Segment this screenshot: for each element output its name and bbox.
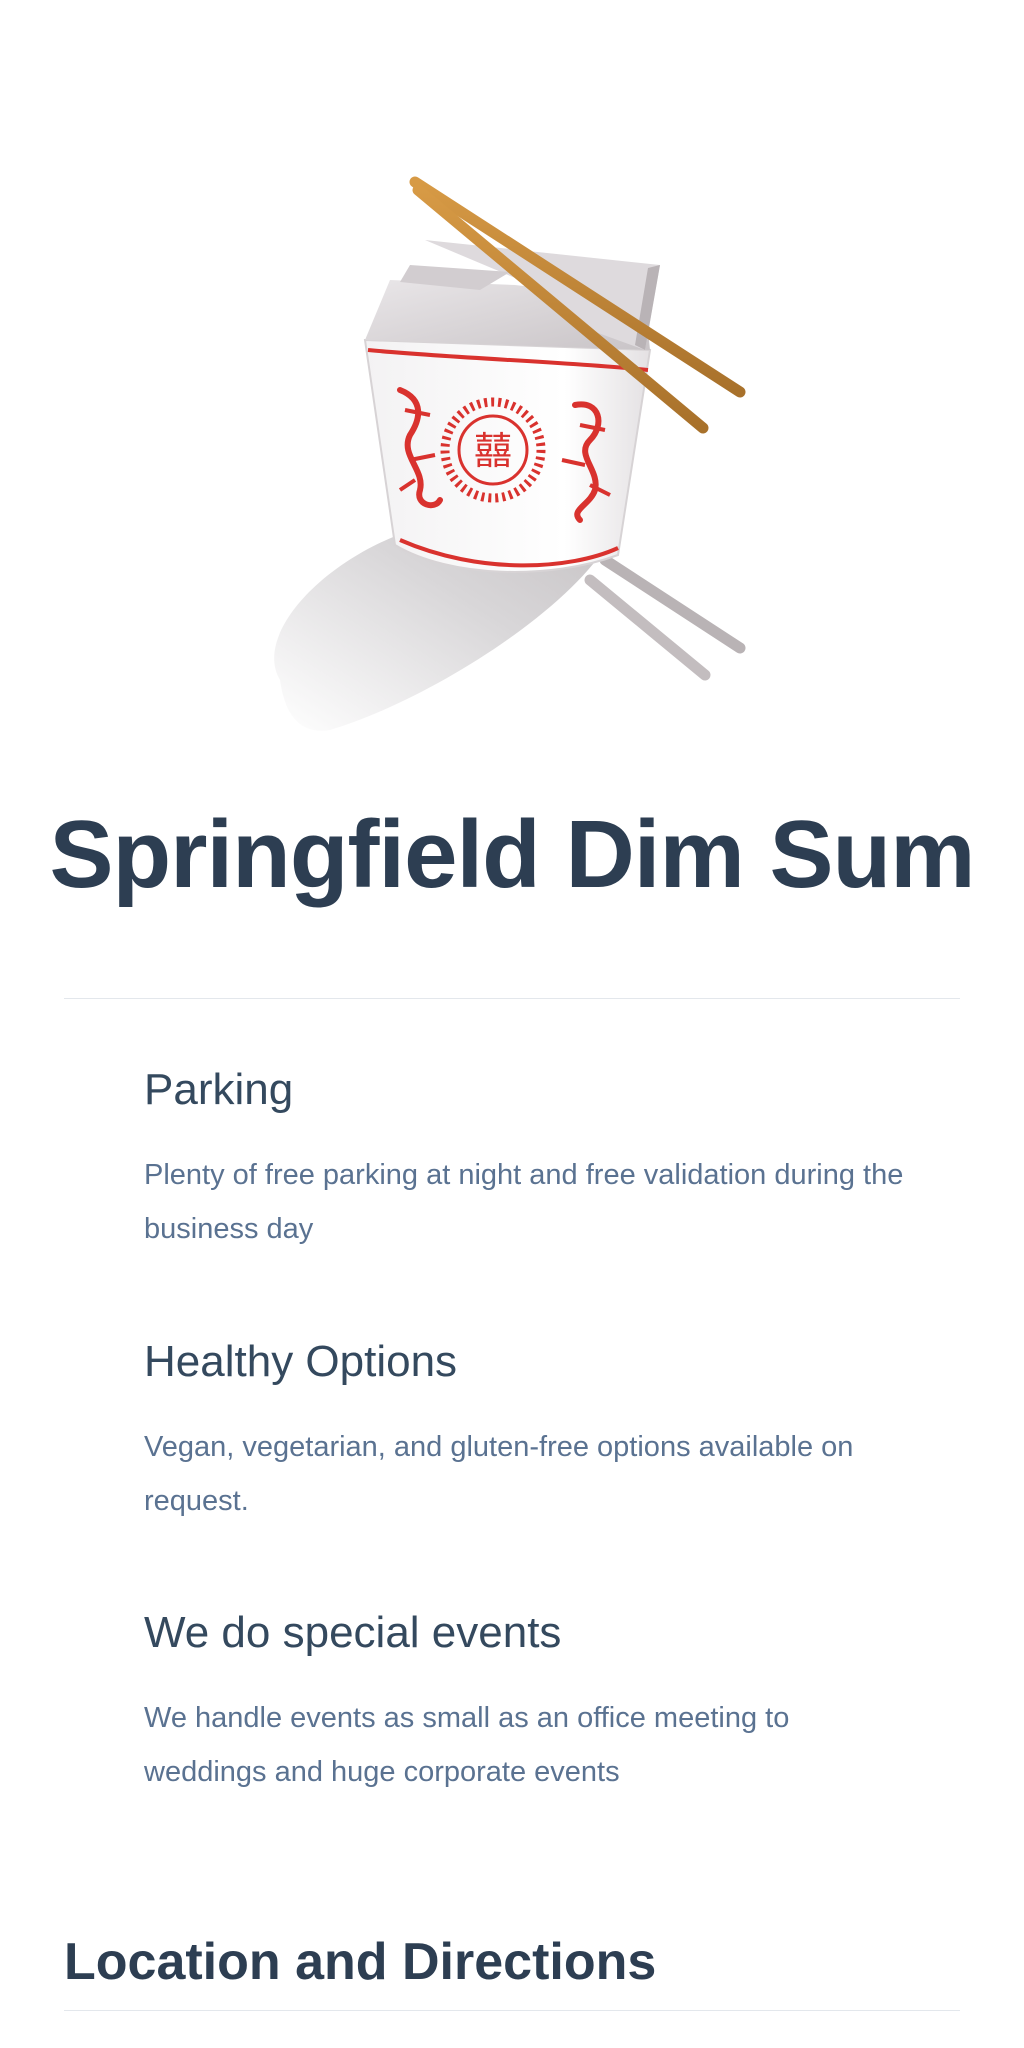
feature-heading: We do special events — [144, 1608, 562, 1657]
feature-text: Vegan, vegetarian, and gluten-free optio… — [144, 1431, 854, 1517]
location-divider — [64, 2010, 960, 2011]
svg-text:囍: 囍 — [474, 429, 512, 473]
feature-heading: Healthy Options — [144, 1337, 458, 1386]
takeout-box-icon: 囍 — [274, 176, 746, 731]
feature-healthy-options: Healthy Options Vegan, vegetarian, and g… — [144, 1332, 904, 1528]
hero: 囍 Springfield Dim Sum — [0, 0, 1024, 908]
feature-parking: Parking Plenty of free parking at night … — [144, 1060, 904, 1256]
feature-text: Plenty of free parking at night and free… — [144, 1159, 904, 1245]
restaurant-title: Springfield Dim Sum — [49, 801, 975, 908]
location-heading: Location and Directions — [64, 1933, 657, 1991]
feature-heading: Parking — [144, 1065, 294, 1114]
divider — [64, 998, 960, 999]
feature-special-events: We do special events We handle events as… — [144, 1603, 904, 1799]
feature-text: We handle events as small as an office m… — [144, 1702, 790, 1788]
